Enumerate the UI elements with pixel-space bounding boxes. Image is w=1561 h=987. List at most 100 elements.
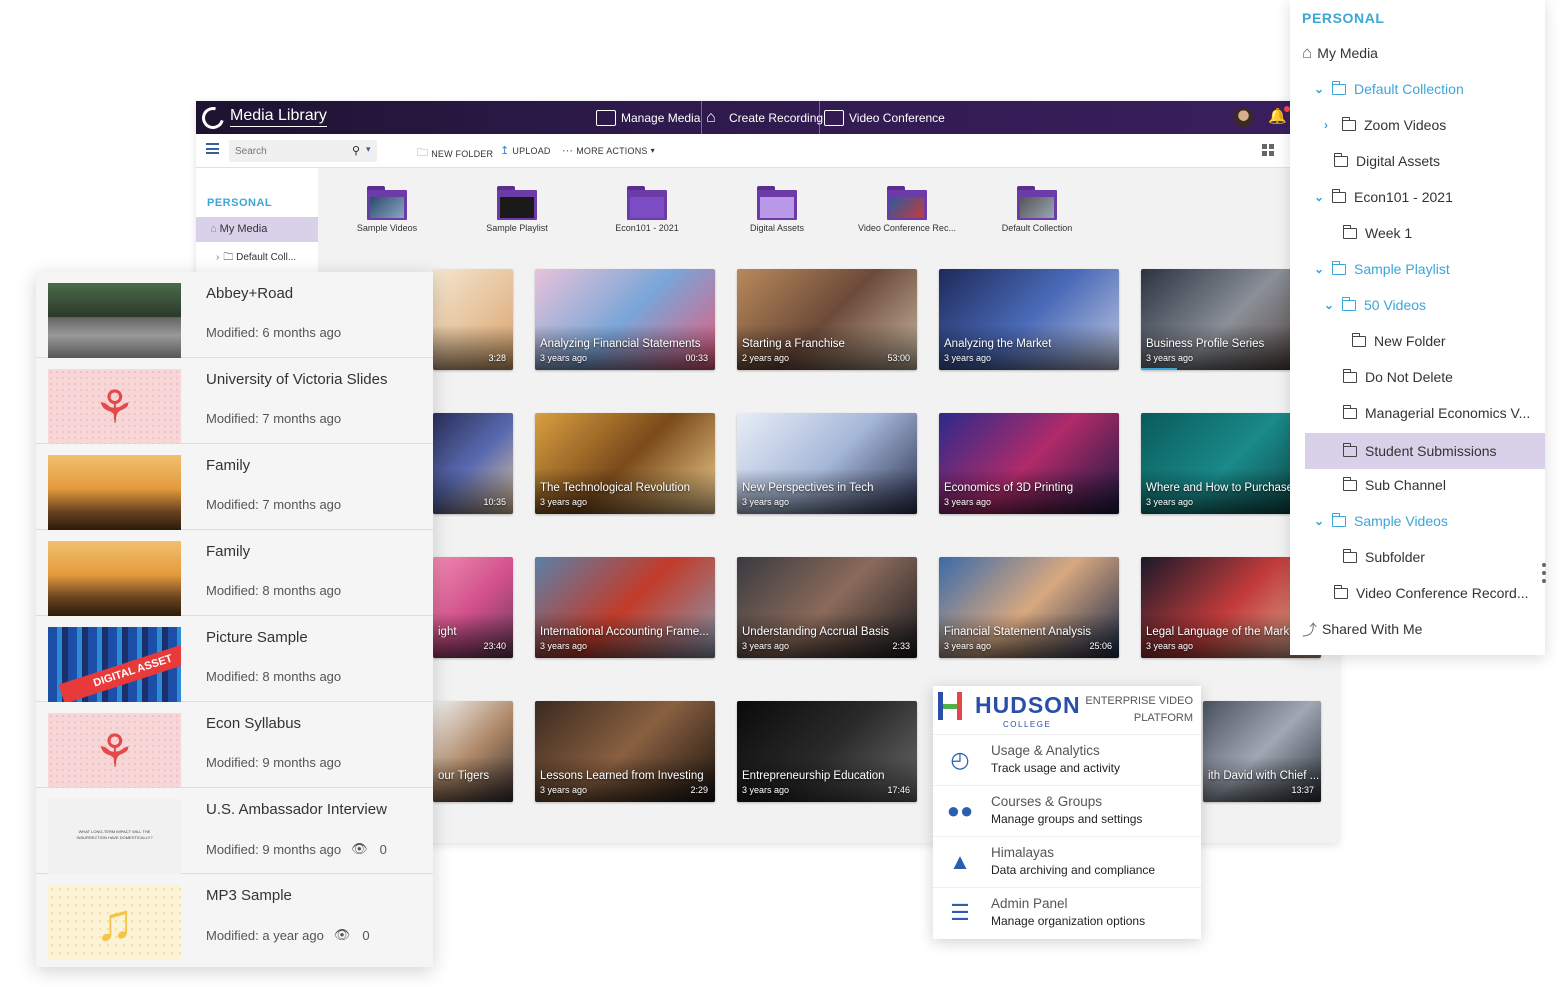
folder-icon (1331, 188, 1346, 203)
folder-video-conference-rec[interactable]: Video Conference Rec... (847, 186, 967, 233)
video-card[interactable]: The Technological Revolution 3 years ago (535, 413, 715, 514)
tree-item-label: New Folder (1374, 333, 1446, 349)
recording-icon: ⌂ (706, 108, 716, 126)
tree-item-my-media[interactable]: ⌂ My Media (1302, 35, 1378, 71)
list-item[interactable]: ⚘ University of Victoria Slides Modified… (36, 358, 433, 444)
tree-item-sub-channel[interactable]: Sub Channel (1342, 467, 1446, 503)
manage-media-button[interactable]: Manage Media (592, 101, 704, 134)
tree-item-zoom-videos[interactable]: › Zoom Videos (1324, 107, 1446, 143)
tree-item-shared-with-me[interactable]: ⤴ Shared With Me (1302, 611, 1422, 647)
more-options-icon[interactable] (1541, 563, 1547, 583)
video-card[interactable]: Lessons Learned from Investing 3 years ag… (535, 701, 715, 802)
tree-item-label: Week 1 (1365, 225, 1413, 241)
video-card[interactable]: Analyzing Financial Statements 3 years ag… (535, 269, 715, 370)
video-card[interactable]: 3:28 (433, 269, 513, 370)
list-item[interactable]: Family Modified: 7 months ago (36, 444, 433, 530)
tree-item-managerial-economics[interactable]: Managerial Economics V... (1342, 395, 1530, 431)
list-item[interactable]: WHAT LONG-TERM IMPACT WILL THE INSURRECT… (36, 788, 433, 874)
list-item[interactable]: DIGITAL ASSET Picture Sample Modified: 8… (36, 616, 433, 702)
eye-icon: 👁 (333, 927, 351, 942)
hudson-brand-name: HUDSON (975, 692, 1081, 718)
interview-text-line: INSURRECTION HAVE DOMESTICALLY? (76, 835, 153, 840)
sidebar-item-my-media[interactable]: ⌂ My Media (196, 217, 318, 242)
video-duration: 13:37 (1291, 785, 1314, 795)
video-card[interactable]: Financial Statement Analysis 3 years ago 2… (939, 557, 1119, 658)
manage-media-label: Manage Media (621, 110, 701, 125)
tree-item-default-collection[interactable]: ⌄ Default Collection (1314, 71, 1464, 107)
chevron-down-icon[interactable]: ▾ (366, 144, 371, 155)
video-card[interactable]: ith David with Chief ... 13:37 (1203, 701, 1321, 802)
create-recording-button[interactable]: ⌂ Create Recording (701, 101, 827, 134)
folder-label: Digital Assets (749, 223, 805, 233)
folder-sample-videos[interactable]: Sample Videos (327, 186, 447, 233)
music-note-icon: ♫ (48, 885, 181, 960)
video-duration: 25:06 (1089, 641, 1112, 651)
video-card[interactable]: International Accounting Frame... 3 years… (535, 557, 715, 658)
home-icon: ⌂ (210, 223, 217, 235)
menu-item-courses-groups[interactable]: ●● Courses & Groups Manage groups and se… (933, 785, 1201, 836)
list-item[interactable]: Family Modified: 8 months ago (36, 530, 433, 616)
folder-icon (757, 186, 797, 220)
video-card[interactable]: Entrepreneurship Education 3 years ago 17:… (737, 701, 917, 802)
item-title: University of Victoria Slides (206, 371, 388, 388)
search-input[interactable] (229, 140, 341, 162)
thumbnail-abbey-road (48, 283, 181, 358)
video-duration: 17:46 (887, 785, 910, 795)
menu-item-title: Courses & Groups (991, 794, 1103, 809)
tree-item-sample-playlist[interactable]: ⌄ Sample Playlist (1314, 251, 1450, 287)
folder-econ101-2021[interactable]: Econ101 - 2021 (587, 186, 707, 233)
new-folder-button[interactable]: 🗀 NEW FOLDER (417, 144, 493, 163)
video-title: Analyzing the Market (944, 338, 1052, 350)
folder-sample-playlist[interactable]: Sample Playlist (457, 186, 577, 233)
menu-item-admin-panel[interactable]: ☰ Admin Panel Manage organization option… (933, 887, 1201, 938)
search-icon[interactable]: ⚲ (352, 144, 360, 157)
more-actions-label: MORE ACTIONS (576, 145, 648, 156)
video-card[interactable]: Understanding Accrual Basis 3 years ago 2:… (737, 557, 917, 658)
tree-item-week-1[interactable]: Week 1 (1342, 215, 1413, 251)
video-card[interactable]: 10:35 (433, 413, 513, 514)
folder-icon (1017, 186, 1057, 220)
sidebar-item-label: Default Coll... (236, 252, 297, 263)
video-conference-icon (824, 109, 844, 126)
video-card[interactable]: Starting a Franchise 2 years ago 53:00 (737, 269, 917, 370)
tree-item-econ101[interactable]: ⌄ Econ101 - 2021 (1314, 179, 1453, 215)
grid-view-icon[interactable] (1262, 144, 1274, 156)
list-item[interactable]: Abbey+Road Modified: 6 months ago (36, 272, 433, 358)
tree-item-50-videos[interactable]: ⌄ 50 Videos (1324, 287, 1426, 323)
tree-item-subfolder[interactable]: Subfolder (1342, 539, 1425, 575)
hamburger-menu-icon[interactable] (206, 143, 219, 154)
tree-item-video-conference-record[interactable]: Video Conference Record... (1333, 575, 1529, 611)
tree-item-sample-videos[interactable]: ⌄ Sample Videos (1314, 503, 1448, 539)
tree-item-do-not-delete[interactable]: Do Not Delete (1342, 359, 1453, 395)
video-age: 3 years ago (1146, 641, 1194, 651)
video-title: Business Profile Series (1146, 338, 1265, 350)
list-item[interactable]: ⚘ Econ Syllabus Modified: 9 months ago (36, 702, 433, 788)
more-actions-button[interactable]: ⋯ MORE ACTIONS ▾ (562, 144, 655, 157)
menu-item-usage-analytics[interactable]: ◴ Usage & Analytics Track usage and acti… (933, 734, 1201, 785)
video-conference-button[interactable]: Video Conference (819, 101, 949, 134)
notification-bell-icon[interactable]: 🔔 (1268, 106, 1290, 125)
video-card[interactable]: Economics of 3D Printing 3 years ago (939, 413, 1119, 514)
folder-label: Sample Videos (356, 223, 418, 233)
video-card[interactable]: New Perspectives in Tech 3 years ago (737, 413, 917, 514)
video-card[interactable]: ight 23:40 (433, 557, 513, 658)
video-card[interactable]: our Tigers (433, 701, 513, 802)
tree-item-label: Video Conference Record... (1356, 585, 1529, 601)
video-age: 3 years ago (540, 785, 588, 795)
upload-button[interactable]: ↥ UPLOAD (500, 144, 551, 157)
user-avatar[interactable] (1234, 108, 1253, 127)
menu-item-subtitle: Manage groups and settings (991, 812, 1143, 826)
video-age: 3 years ago (540, 353, 588, 363)
folder-icon (1331, 80, 1346, 95)
tree-item-digital-assets[interactable]: Digital Assets (1333, 143, 1440, 179)
app-title[interactable]: Media Library (230, 107, 327, 127)
tree-item-new-folder[interactable]: New Folder (1351, 323, 1446, 359)
video-duration: 3:28 (488, 353, 506, 363)
sidebar-item-default-collection[interactable]: › 🗀 Default Coll... (216, 250, 296, 267)
video-card[interactable]: Analyzing the Market 3 years ago (939, 269, 1119, 370)
folder-default-collection[interactable]: Default Collection (977, 186, 1097, 233)
menu-item-himalayas[interactable]: ▲ Himalayas Data archiving and complianc… (933, 836, 1201, 887)
list-item[interactable]: ♫ MP3 Sample Modified: a year ago 👁 0 (36, 874, 433, 960)
tree-item-student-submissions[interactable]: Student Submissions (1305, 433, 1545, 469)
folder-digital-assets[interactable]: Digital Assets (717, 186, 837, 233)
